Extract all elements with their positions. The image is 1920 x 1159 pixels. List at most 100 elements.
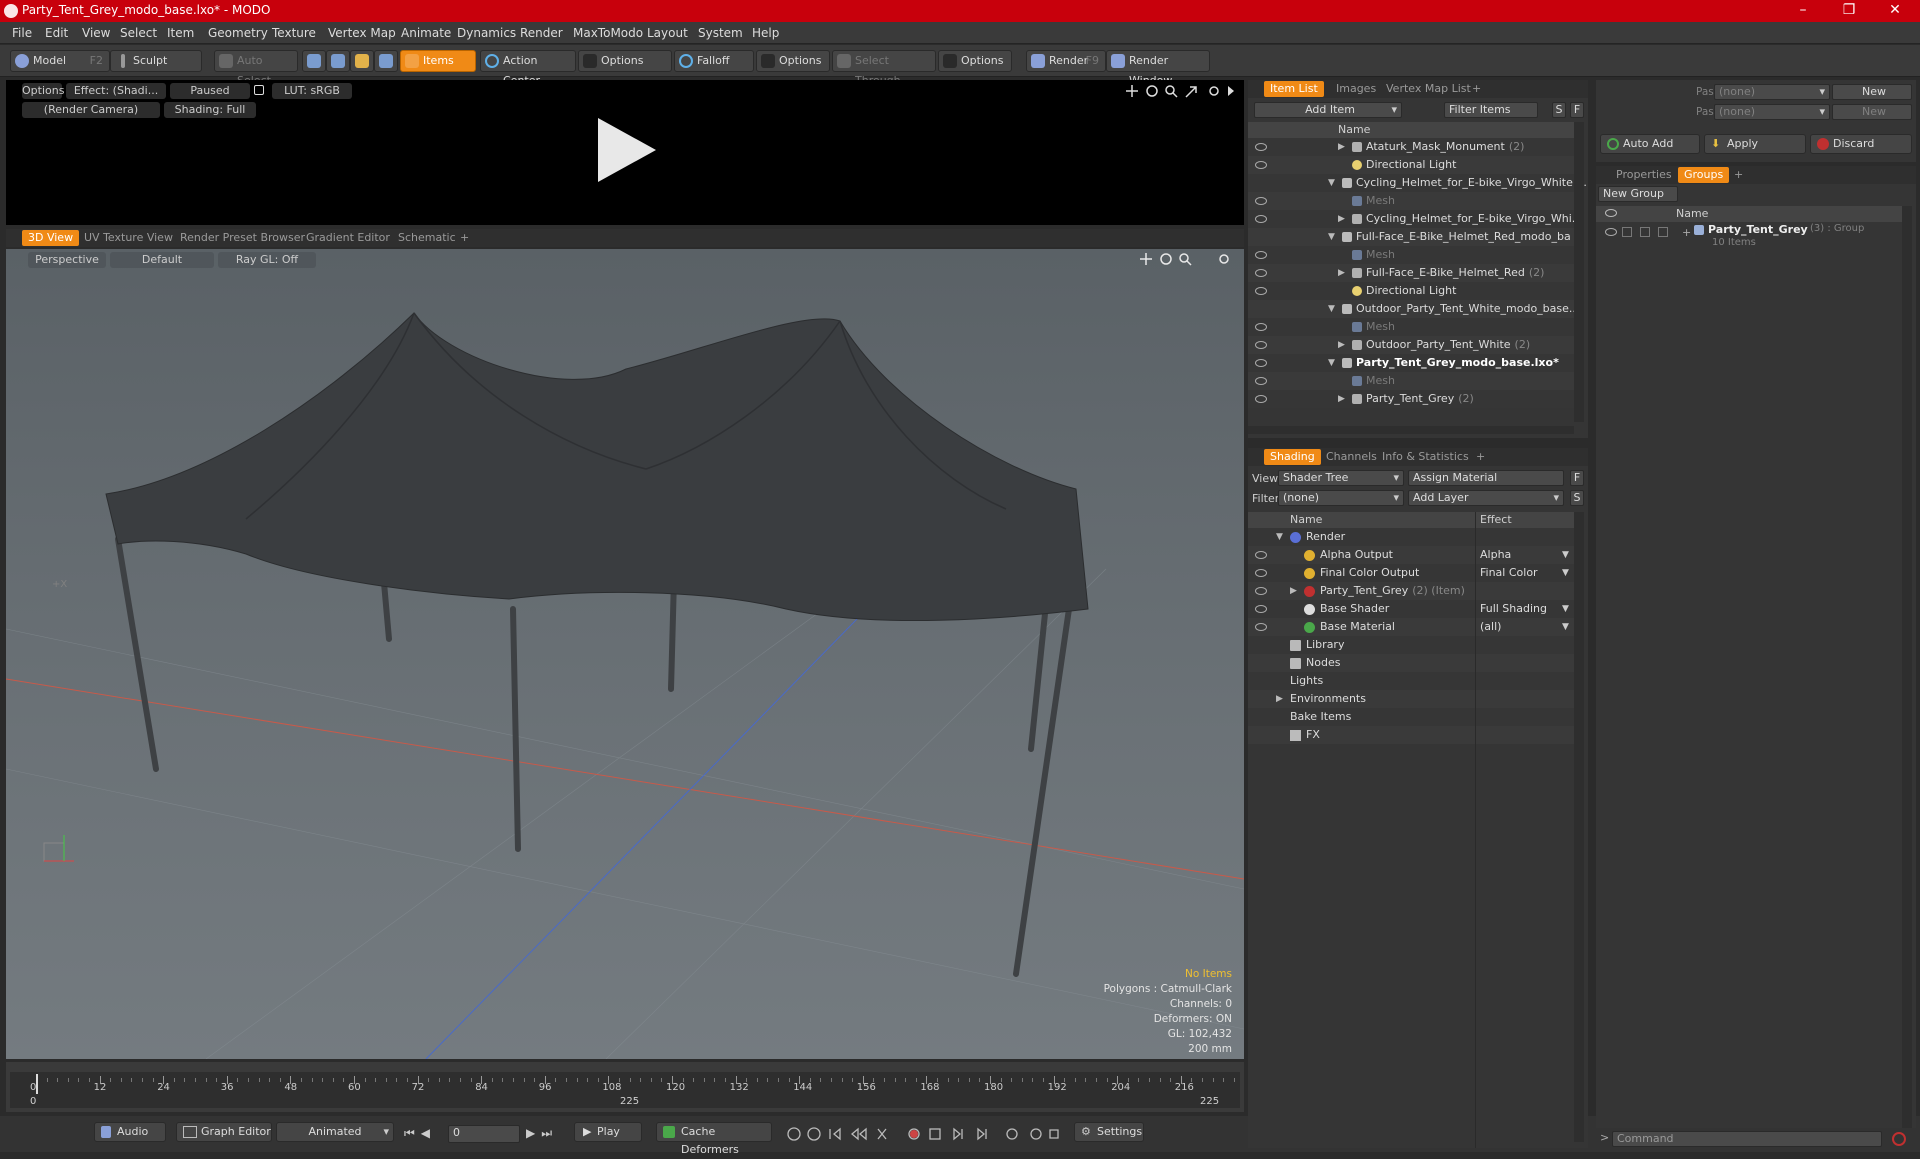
item-list-row[interactable]: ▼ Party_Tent_Grey_modo_base.lxo* xyxy=(1248,354,1574,372)
menu-select[interactable]: Select xyxy=(120,26,157,40)
default-dropdown[interactable]: Default xyxy=(110,252,214,268)
shading-f-button[interactable]: F xyxy=(1570,470,1584,486)
preview-options-button[interactable]: Options xyxy=(22,83,64,99)
tab-uv-texture-view[interactable]: UV Texture View xyxy=(78,230,179,246)
item-list-row[interactable]: ▶ Full-Face_E-Bike_Helmet_Red (2) xyxy=(1248,264,1574,282)
shading-dropdown[interactable]: Shading: Full xyxy=(164,102,256,118)
item-list-row[interactable]: ▼ Full-Face_E-Bike_Helmet_Red_modo_ba ... xyxy=(1248,228,1585,246)
menu-maxtomodo[interactable]: MaxToModo xyxy=(573,26,643,40)
menu-view[interactable]: View xyxy=(82,26,110,40)
filter-dropdown[interactable]: (none) xyxy=(1278,490,1404,506)
play-icon[interactable] xyxy=(592,114,660,186)
shader-tree-row[interactable]: Final Color Output Final Color ▼ xyxy=(1248,564,1574,582)
play-button[interactable]: ▶ Play xyxy=(574,1122,642,1142)
item-list-row[interactable]: ▶ Outdoor_Party_Tent_White (2) xyxy=(1248,336,1574,354)
shader-tree-row[interactable]: Nodes xyxy=(1248,654,1574,672)
eye-icon[interactable] xyxy=(1255,251,1267,259)
new-pass-button[interactable]: New xyxy=(1832,104,1912,120)
lock-icon[interactable] xyxy=(254,85,264,95)
timeline-playhead[interactable] xyxy=(36,1074,38,1094)
expand-right-icon[interactable]: ▶ xyxy=(1338,390,1345,408)
tab-gradient-editor[interactable]: Gradient Editor xyxy=(300,230,396,246)
menu-geometry[interactable]: Geometry xyxy=(208,26,268,40)
chevron-down-icon[interactable]: ▼ xyxy=(1562,546,1569,564)
select-through-button[interactable]: Select Through xyxy=(832,50,936,87)
tab-shading[interactable]: Shading xyxy=(1264,449,1321,465)
eye-icon[interactable] xyxy=(1255,341,1267,349)
model-mode-button[interactable]: Model F2 xyxy=(10,50,110,72)
lut-dropdown[interactable]: LUT: sRGB xyxy=(272,83,352,99)
close-button[interactable]: ✕ xyxy=(1872,0,1918,22)
render-toggle[interactable] xyxy=(1640,227,1650,237)
menu-layout[interactable]: Layout xyxy=(647,26,688,40)
minimize-button[interactable]: – xyxy=(1780,0,1826,22)
select-toggle[interactable] xyxy=(1658,227,1668,237)
transport-back-buttons[interactable]: ⏮◀ xyxy=(404,1126,436,1141)
shader-tree-row[interactable]: Lights xyxy=(1248,672,1574,690)
eye-icon[interactable] xyxy=(1255,587,1267,595)
menu-vertex-map[interactable]: Vertex Map xyxy=(328,26,396,40)
filter-items-input[interactable]: Filter Items xyxy=(1444,102,1538,118)
eye-icon[interactable] xyxy=(1255,623,1267,631)
add-layer-dropdown[interactable]: Add Layer xyxy=(1408,490,1564,506)
raygl-dropdown[interactable]: Ray GL: Off xyxy=(218,252,316,268)
add-item-dropdown[interactable]: Add Item xyxy=(1254,102,1402,118)
effect-dropdown[interactable]: Full Shading xyxy=(1480,600,1570,618)
select-through-options-button[interactable]: Options xyxy=(938,50,1012,72)
tab-render-preset-browser[interactable]: Render Preset Browser xyxy=(174,230,311,246)
preview-effect-dropdown[interactable]: Effect: (Shadi... xyxy=(66,83,166,99)
expand-right-icon[interactable]: ▶ xyxy=(1338,264,1345,282)
shader-tree-row[interactable]: FX xyxy=(1248,726,1574,744)
shader-tree-row[interactable]: ▶ Environments xyxy=(1248,690,1574,708)
item-list-row[interactable]: ▼ Outdoor_Party_Tent_White_modo_base... xyxy=(1248,300,1579,318)
tab-info-statistics[interactable]: Info & Statistics xyxy=(1376,449,1475,465)
lock-icon[interactable] xyxy=(1622,227,1632,237)
shader-tree-scrollbar[interactable] xyxy=(1574,512,1584,1142)
eye-icon[interactable] xyxy=(1255,377,1267,385)
new-pass-group-button[interactable]: New xyxy=(1832,84,1912,100)
chevron-down-icon[interactable]: ▼ xyxy=(1562,600,1569,618)
auto-select-button[interactable]: Auto Select xyxy=(214,50,298,87)
filter-s-button[interactable]: S xyxy=(1552,102,1566,118)
shader-tree-row[interactable]: ▶ Party_Tent_Grey (2) (Item) xyxy=(1248,582,1574,600)
expand-right-icon[interactable]: ▶ xyxy=(1338,210,1345,228)
shading-s-button[interactable]: S xyxy=(1570,490,1584,506)
timeline[interactable]: 0 12 24 36 48 60 72 84 96 108 120 132 144 156 168 180 19… xyxy=(6,1062,1244,1112)
menu-file[interactable]: File xyxy=(12,26,32,40)
effect-dropdown[interactable]: Alpha xyxy=(1480,546,1570,564)
shader-tree-row[interactable]: Library xyxy=(1248,636,1574,654)
tab-groups[interactable]: Groups xyxy=(1678,167,1730,183)
command-input[interactable]: Command xyxy=(1612,1131,1882,1147)
expand-down-icon[interactable]: ▼ xyxy=(1328,228,1335,246)
eye-icon[interactable] xyxy=(1255,551,1267,559)
effect-dropdown[interactable]: (all) xyxy=(1480,618,1570,636)
discard-button[interactable]: Discard xyxy=(1810,134,1912,154)
item-list-row[interactable]: Directional Light xyxy=(1248,156,1574,174)
transport-forward-buttons[interactable]: ▶⏭ xyxy=(526,1126,558,1141)
add-tab-button[interactable]: + xyxy=(1466,81,1487,97)
graph-editor-button[interactable]: Graph Editor xyxy=(176,1122,272,1142)
render-window-button[interactable]: Render Window xyxy=(1106,50,1210,87)
cache-deformers-button[interactable]: Cache Deformers xyxy=(656,1122,772,1156)
group-row[interactable]: + Party_Tent_Grey (3) : Group 10 Items xyxy=(1596,222,1902,252)
item-list-row[interactable]: Mesh xyxy=(1248,246,1574,264)
eye-icon[interactable] xyxy=(1255,605,1267,613)
view-dropdown[interactable]: Shader Tree xyxy=(1278,470,1404,486)
shader-tree-row[interactable]: Bake Items xyxy=(1248,708,1574,726)
auto-add-button[interactable]: Auto Add xyxy=(1600,134,1700,154)
vertices-mode-button[interactable] xyxy=(302,50,326,72)
expand-down-icon[interactable]: ▼ xyxy=(1328,300,1335,318)
tab-properties[interactable]: Properties xyxy=(1610,167,1678,183)
perspective-dropdown[interactable]: Perspective xyxy=(28,252,106,268)
3d-viewport[interactable]: +X Perspective Default Ray GL: Off No It… xyxy=(6,249,1244,1059)
expand-right-icon[interactable]: ▶ xyxy=(1338,336,1345,354)
item-list-row[interactable]: ▶ Ataturk_Mask_Monument (2) xyxy=(1248,138,1574,156)
viewport-nav-icons[interactable] xyxy=(1140,251,1240,267)
audio-button[interactable]: Audio xyxy=(94,1122,166,1142)
groups-scrollbar[interactable] xyxy=(1902,206,1912,1130)
preview-paused-button[interactable]: Paused xyxy=(170,83,250,99)
item-list-row[interactable]: ▶ Cycling_Helmet_for_E-bike_Virgo_Whi... xyxy=(1248,210,1582,228)
shader-tree-row[interactable]: Alpha Output Alpha ▼ xyxy=(1248,546,1574,564)
polygons-mode-button[interactable] xyxy=(350,50,374,72)
tab-schematic[interactable]: Schematic xyxy=(392,230,462,246)
